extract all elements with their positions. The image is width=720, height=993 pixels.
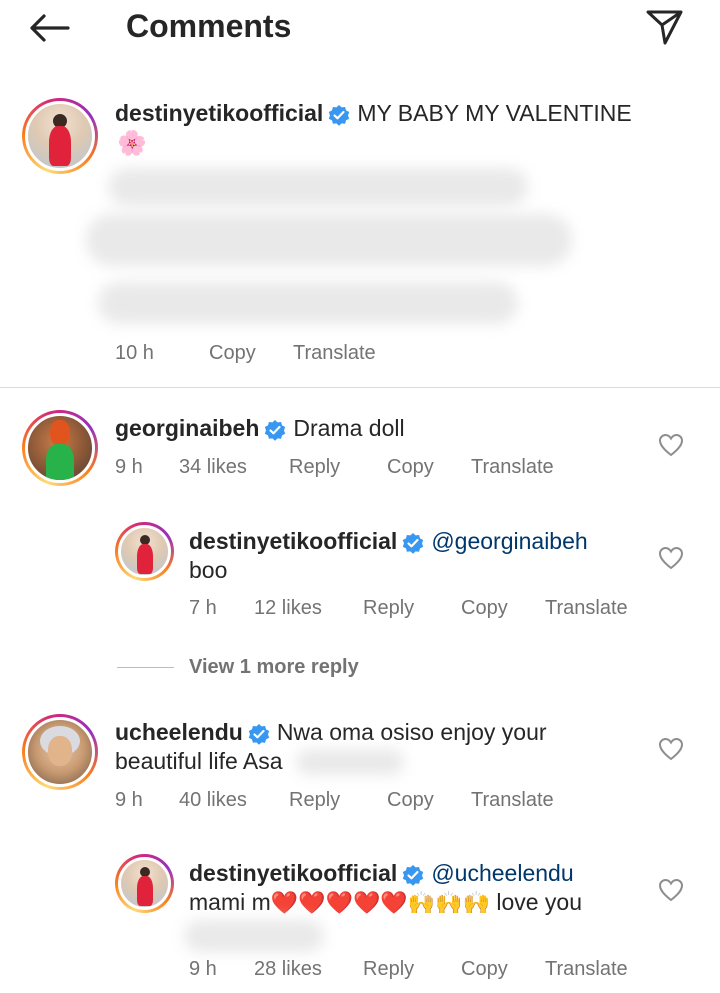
blurred-text — [98, 282, 518, 324]
mention-link[interactable]: @georginaibeh — [431, 528, 587, 554]
like-heart-icon[interactable] — [658, 737, 684, 761]
timestamp: 9 h — [115, 456, 143, 478]
blurred-text — [184, 920, 324, 952]
arrow-left-icon — [30, 14, 70, 42]
likes-count[interactable]: 34 likes — [179, 456, 289, 479]
comment-body-line2: beautiful life Asa — [115, 748, 283, 774]
view-more-replies-button[interactable]: View 1 more reply — [189, 656, 359, 679]
avatar[interactable] — [22, 410, 98, 486]
comment-meta: 9 h 40 likes Reply Copy Translate — [115, 789, 554, 812]
reply-button[interactable]: Reply — [363, 597, 461, 620]
likes-count[interactable]: 12 likes — [254, 597, 363, 620]
paper-plane-icon — [646, 10, 683, 45]
username[interactable]: ucheelendu — [115, 719, 243, 745]
translate-button[interactable]: Translate — [545, 958, 628, 981]
avatar[interactable] — [22, 98, 98, 174]
mention-link[interactable]: @ucheelendu — [431, 860, 573, 886]
caption-emoji: 🌸 — [117, 130, 147, 157]
header-bar: Comments — [0, 0, 720, 56]
username[interactable]: destinyetikoofficial — [115, 100, 323, 126]
avatar[interactable] — [22, 714, 98, 790]
username[interactable]: georginaibeh — [115, 415, 259, 441]
avatar[interactable] — [115, 522, 174, 581]
caption-meta: 10 h Copy Translate — [115, 342, 376, 365]
divider — [0, 387, 720, 388]
verified-badge-icon — [403, 864, 424, 886]
timestamp: 9 h — [189, 958, 217, 980]
like-heart-icon[interactable] — [658, 433, 684, 457]
verified-badge-icon — [248, 723, 270, 745]
verified-badge-icon — [329, 104, 350, 126]
copy-button[interactable]: Copy — [461, 958, 545, 981]
timestamp: 10 h — [115, 342, 154, 364]
copy-button[interactable]: Copy — [387, 789, 471, 812]
likes-count[interactable]: 28 likes — [254, 958, 363, 981]
copy-button[interactable]: Copy — [387, 456, 471, 479]
username[interactable]: destinyetikoofficial — [189, 528, 397, 554]
reply-body: mami m❤️❤️❤️❤️❤️🙌🙌🙌 love you — [189, 888, 582, 917]
translate-button[interactable]: Translate — [293, 342, 376, 365]
share-button[interactable] — [640, 4, 690, 50]
like-heart-icon[interactable] — [658, 878, 684, 902]
caption-text: destinyetikoofficial MY BABY MY VALENTINE — [115, 99, 632, 128]
comment-text: ucheelendu Nwa oma osiso enjoy your — [115, 718, 547, 747]
comment-body: Nwa oma osiso enjoy your — [276, 719, 547, 745]
blurred-text — [108, 168, 528, 206]
page-title: Comments — [126, 8, 292, 44]
reply-text: destinyetikoofficial @georginaibeh — [189, 527, 588, 556]
copy-button[interactable]: Copy — [461, 597, 545, 620]
blurred-text — [86, 214, 572, 266]
comment-text: georginaibeh Drama doll — [115, 414, 405, 443]
reply-button[interactable]: Reply — [363, 958, 461, 981]
reply-body: boo — [189, 557, 228, 583]
reply-text-prefix: mami m — [189, 889, 271, 915]
verified-badge-icon — [403, 532, 424, 554]
back-button[interactable] — [24, 6, 74, 50]
view-more-divider — [117, 667, 174, 668]
heart-emojis: ❤️❤️❤️❤️❤️ — [270, 890, 408, 915]
reply-meta: 9 h 28 likes Reply Copy Translate — [189, 958, 628, 981]
timestamp: 7 h — [189, 597, 217, 619]
verified-badge-icon — [265, 419, 286, 441]
translate-button[interactable]: Translate — [471, 789, 554, 812]
copy-button[interactable]: Copy — [209, 342, 293, 365]
raised-hands-emojis: 🙌🙌🙌 — [407, 890, 490, 915]
likes-count[interactable]: 40 likes — [179, 789, 289, 812]
reply-button[interactable]: Reply — [289, 789, 387, 812]
avatar[interactable] — [115, 854, 174, 913]
comment-body: Drama doll — [293, 415, 405, 441]
translate-button[interactable]: Translate — [471, 456, 554, 479]
username[interactable]: destinyetikoofficial — [189, 860, 397, 886]
reply-button[interactable]: Reply — [289, 456, 387, 479]
comment-meta: 9 h 34 likes Reply Copy Translate — [115, 456, 554, 479]
timestamp: 9 h — [115, 789, 143, 811]
translate-button[interactable]: Translate — [545, 597, 628, 620]
reply-text-suffix: love you — [496, 889, 582, 915]
reply-meta: 7 h 12 likes Reply Copy Translate — [189, 597, 628, 620]
reply-text: destinyetikoofficial @ucheelendu — [189, 859, 574, 888]
like-heart-icon[interactable] — [658, 546, 684, 570]
blurred-text — [296, 749, 404, 775]
caption-body: MY BABY MY VALENTINE — [357, 100, 632, 126]
